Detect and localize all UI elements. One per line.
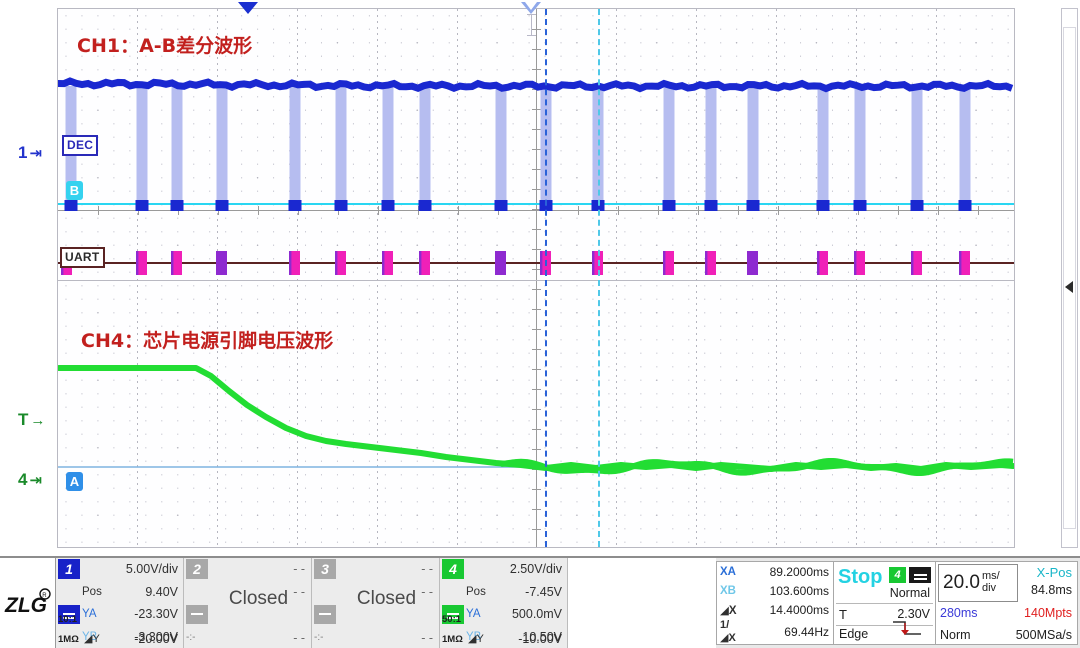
channel-1-pos: 9.40V [145,584,178,599]
protocol-tag[interactable]: UART [60,247,105,268]
ch4-waveform [58,365,1014,477]
trigger-marker-arrow-icon: → [30,411,46,429]
sample-rate: 500MSa/s [1015,628,1072,642]
channel-4-ya: 500.0mV [511,607,562,622]
channel-4-dy: -10.00V [518,632,562,646]
channel-3-badge[interactable]: 3 [314,559,336,579]
channel-4-dy-label: ◢Y [468,633,484,645]
channel-4-scale: 2.50V/div [509,562,562,577]
cursor-b-tag[interactable]: B [66,181,83,200]
cursor-xa-label: XA [720,565,736,578]
trigger-stem-icon [527,14,536,36]
trigger-slope-icon[interactable] [891,619,925,642]
channel-3-closed-label: Closed [356,588,417,609]
channel-1-scale: 5.00V/div [125,562,178,577]
trigger-level-marker[interactable] [521,2,541,14]
status-bar: ZLG R 1 5.00V/div Pos 9.40V YA -23.30V Y… [0,556,1080,648]
zlg-logo-icon: ZLG R [4,588,51,617]
cursor-xb-value: 103.600ms [769,583,829,598]
channel-3-dy: - - [421,631,433,645]
channel-2-badge[interactable]: 2 [186,559,208,579]
cursor-dx-label: ◢X [720,604,737,617]
channel-3-coupling-icon[interactable] [314,604,336,624]
channel-4-impedance: 1MΩ [442,634,463,645]
channel-1-probe-ratio: 10:1 [58,614,78,625]
trigger-source-channel: 4 [889,567,906,583]
channel-1-dy: -20.00V [134,632,178,646]
trigger-panel[interactable]: Stop 4 Normal T 2.30V Edge [834,561,936,645]
timebase-panel[interactable]: 20.0 ms/ div X-Pos 84.8ms 280ms 140Mpts … [936,561,1078,645]
channel-4-ya-label: YA [466,608,481,621]
ch4-marker[interactable]: 4 ⇥ [18,470,42,490]
cursor-freq-label: 1/◢X [720,619,736,644]
xpos-label: X-Pos [1036,565,1072,580]
ch4-marker-label: 4 [18,470,28,489]
cursor-xb-label: XB [720,584,736,597]
trigger-marker-label: T [18,410,29,429]
ch1-annotation: CH1：A-B差分波形 [77,35,253,57]
trigger-position-marker[interactable] [238,2,258,14]
timebase-scale[interactable]: 20.0 ms/ div [938,564,1018,602]
trigger-level-label: T [839,607,847,622]
svg-text:R: R [42,593,47,599]
graticule[interactable]: DEC B UART A CH1：A-B差分波形 CH4：芯片电源引脚电压波形 [57,8,1015,548]
trigger-type[interactable]: Edge [839,627,868,641]
scrollbar-thumb[interactable] [1063,27,1076,529]
zlg-logo: ZLG R [0,558,56,648]
timebase-value: 20.0 [943,572,980,593]
oscilloscope-screen: DEC B UART A CH1：A-B差分波形 CH4：芯片电源引脚电压波形 … [0,0,1080,648]
memory-depth-time: 280ms [940,606,978,620]
timebase-unit-bottom: div [981,582,997,594]
cursor-freq-value: 69.44Hz [784,624,829,639]
channel-1-ya: -23.30V [134,607,178,622]
channel-2-dy: - - [293,631,305,645]
channel-4-pos-label: Pos [466,585,486,598]
cursor-xa[interactable] [545,9,547,547]
trigger-marker[interactable]: T → [18,410,45,430]
channel-2-coupling-icon[interactable] [186,604,208,624]
acquisition-status[interactable]: Stop [838,566,882,589]
channel-3-probe-ratio: -:- [314,632,324,643]
cursor-a-tag[interactable]: A [66,472,83,491]
channel-2-closed-label: Closed [228,588,289,609]
channel-2-scale: - - [293,562,305,577]
channel-4-probe-ratio: 50:1 [442,614,462,625]
channel-1-panel[interactable]: 1 5.00V/div Pos 9.40V YA -23.30V YB -3.3… [56,558,184,648]
ch1-marker-arrow-icon: ⇥ [29,145,43,162]
channel-4-badge[interactable]: 4 [442,559,464,579]
xpos-value[interactable]: 84.8ms [1031,583,1072,597]
trigger-coupling-icon [909,567,931,583]
ch1-marker-label: 1 [18,143,28,162]
waveform-display-area: DEC B UART A CH1：A-B差分波形 CH4：芯片电源引脚电压波形 … [0,0,1080,556]
vertical-scrollbar[interactable] [1061,8,1078,548]
channel-1-ya-label: YA [82,608,97,621]
channel-1-badge[interactable]: 1 [58,559,80,579]
trigger-mode[interactable]: Normal [890,586,930,600]
ch1-marker[interactable]: 1 ⇥ [18,143,42,163]
collapse-arrow-icon[interactable] [1065,281,1073,293]
channel-1-pos-label: Pos [82,585,102,598]
ch4-marker-arrow-icon: ⇥ [29,472,43,489]
channel-2-panel[interactable]: 2 - - - - Closed -:- - - [184,558,312,648]
channel-1-dy-label: ◢Y [84,633,100,645]
cursor-measurements[interactable]: XA 89.2000ms XB 103.600ms ◢X 14.4000ms 1… [716,561,834,645]
memory-points: 140Mpts [1024,606,1072,620]
channel-3-scale: - - [421,562,433,577]
cursor-xb[interactable] [598,9,600,547]
cursor-dx-value: 14.4000ms [769,602,829,617]
channel-3-panel[interactable]: 3 - - - - Closed -:- - - [312,558,440,648]
trigger-source[interactable]: 4 [889,567,931,583]
acquire-mode[interactable]: Norm [940,628,971,642]
channel-1-impedance: 1MΩ [58,634,79,645]
channel-4-pos: -7.45V [525,584,562,599]
channel-4-panel[interactable]: 4 2.50V/div Pos -7.45V YA 500.0mV YB 10.… [440,558,568,648]
cursor-xa-value: 89.2000ms [769,564,829,579]
channel-2-probe-ratio: -:- [186,632,196,643]
decoder-tag[interactable]: DEC [62,135,99,156]
statusbar-spacer [568,558,716,648]
ch4-annotation: CH4：芯片电源引脚电压波形 [81,330,334,352]
